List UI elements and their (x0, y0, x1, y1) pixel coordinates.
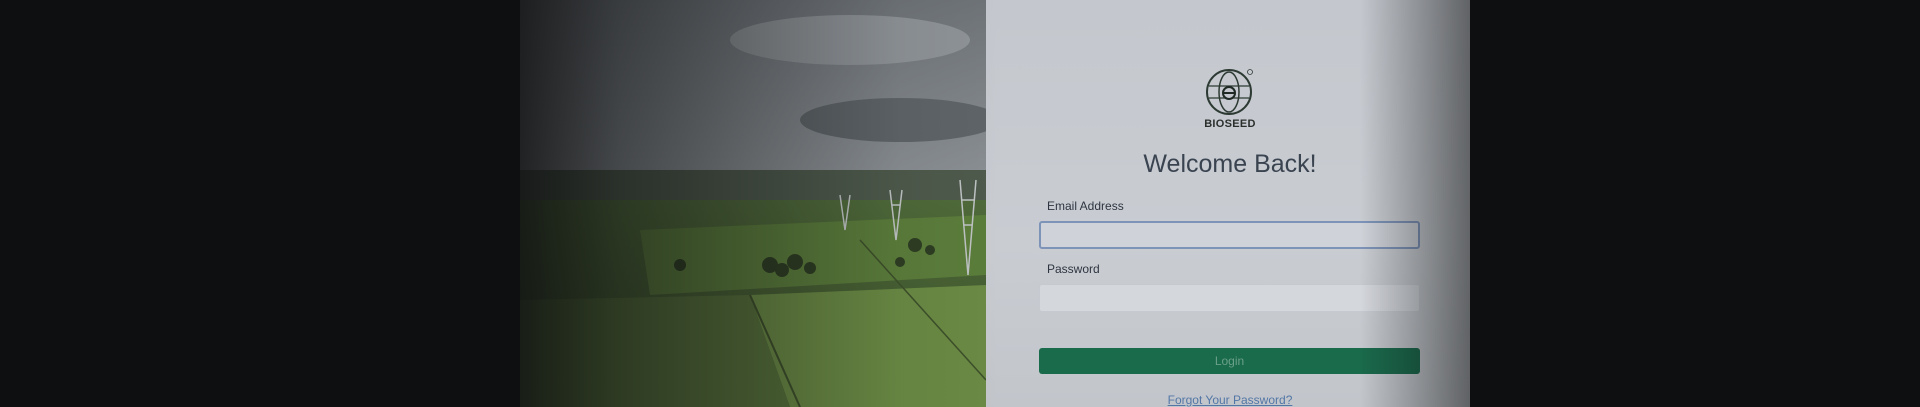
brand-name: BIOSEED (1204, 118, 1256, 130)
email-field[interactable] (1039, 221, 1420, 249)
password-field[interactable] (1039, 284, 1420, 312)
farmland-hero-image (520, 0, 986, 407)
forgot-password-link[interactable]: Forgot Your Password? (1100, 393, 1360, 407)
bioseed-logo-icon (1205, 66, 1255, 118)
email-label: Email Address (1047, 199, 1124, 213)
welcome-heading: Welcome Back! (1143, 150, 1317, 178)
login-button[interactable]: Login (1039, 348, 1420, 374)
password-label: Password (1047, 262, 1100, 276)
